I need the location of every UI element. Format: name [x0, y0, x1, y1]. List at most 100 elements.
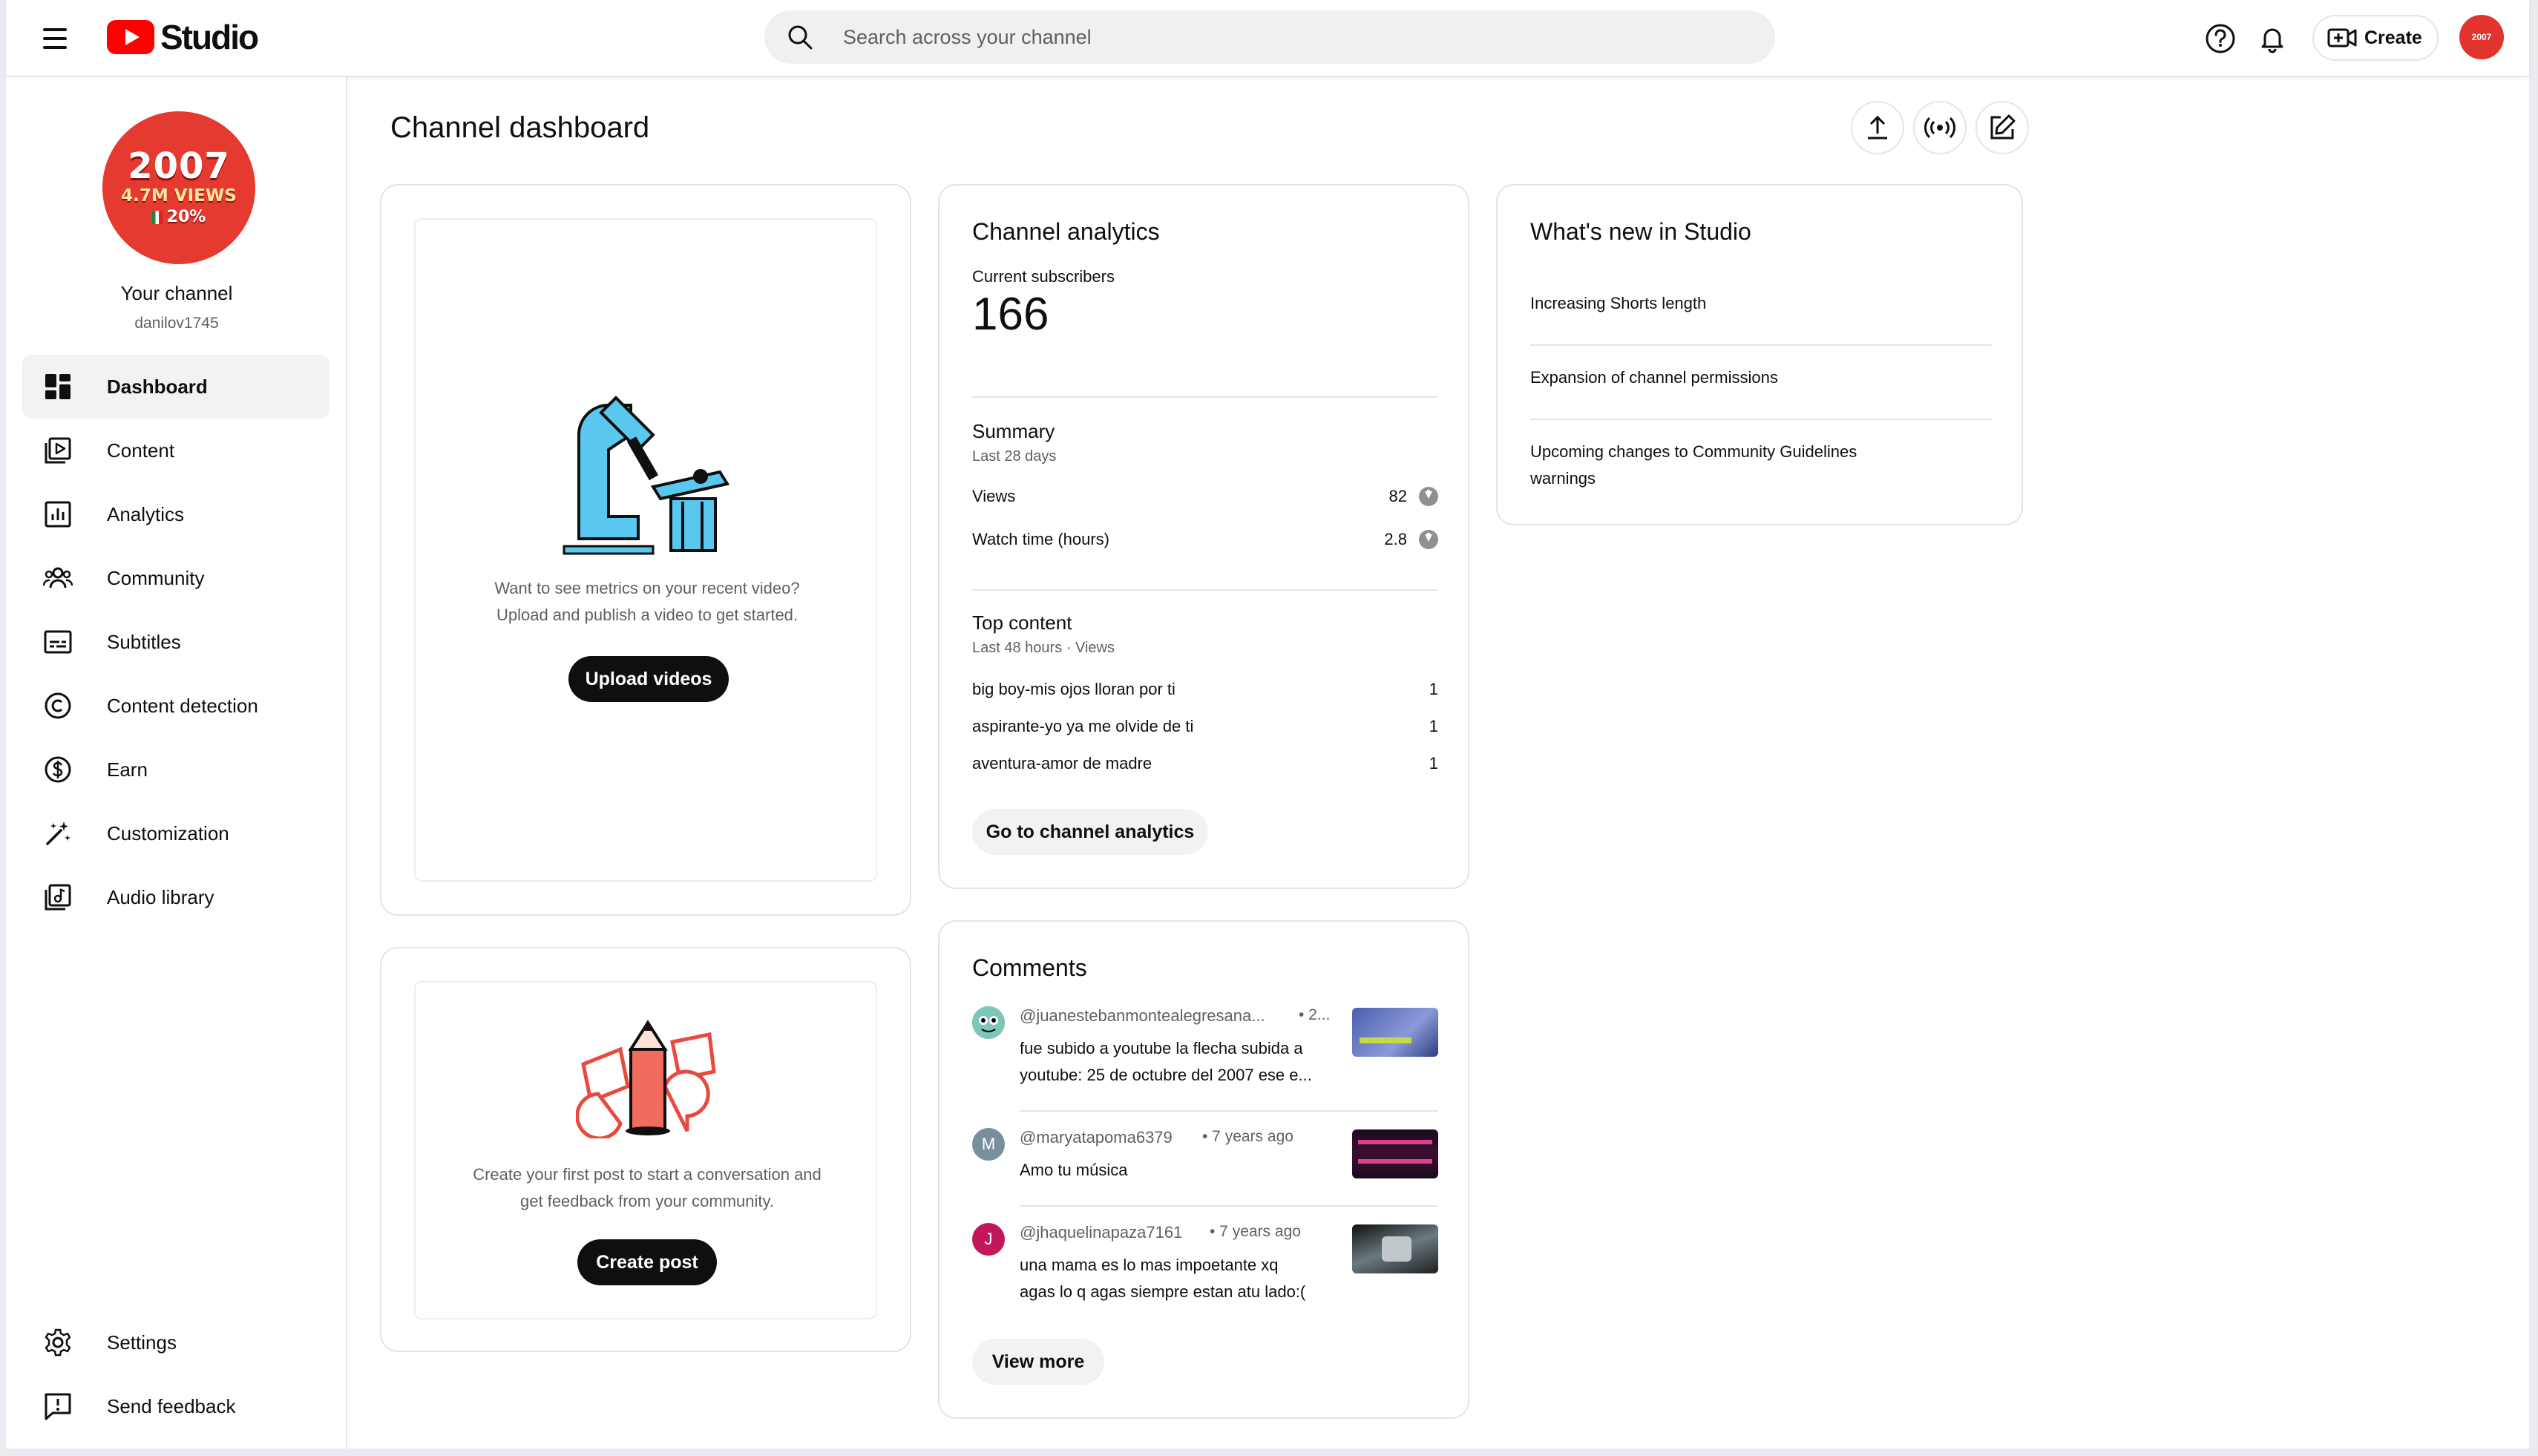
comment-avatar[interactable]	[972, 1006, 1005, 1039]
comment-text: una mama es lo mas impoetante xq	[1020, 1256, 1279, 1274]
upload-videos-button[interactable]: Upload videos	[568, 656, 729, 702]
sidebar-item-content[interactable]: Content	[22, 419, 329, 482]
video-thumbnail[interactable]	[1352, 1129, 1438, 1178]
cartoon-avatar-icon	[972, 1006, 1005, 1039]
comment-author[interactable]: @jhaquelinapaza7161	[1020, 1223, 1182, 1242]
create-post-edit-button[interactable]	[1975, 101, 2029, 154]
summary-title: Summary	[972, 420, 1055, 442]
sidebar-item-customization[interactable]: Customization	[22, 801, 329, 865]
whats-new-item[interactable]: Increasing Shorts length	[1530, 294, 1706, 313]
divider	[972, 589, 1438, 591]
comment-time: • 7 years ago	[1210, 1223, 1301, 1240]
sidebar-item-label: Community	[107, 566, 205, 589]
create-post-button[interactable]: Create post	[577, 1239, 717, 1285]
whats-new-item[interactable]: Expansion of channel permissions	[1530, 368, 1778, 387]
view-more-comments-button[interactable]: View more	[972, 1339, 1104, 1385]
video-thumbnail[interactable]	[1352, 1008, 1438, 1057]
comments-title: Comments	[972, 954, 1087, 981]
account-avatar-text: 2007	[2471, 31, 2492, 42]
top-content-item-views: 1	[1429, 754, 1438, 773]
comment-avatar-letter: M	[981, 1135, 996, 1153]
sidebar-item-dashboard[interactable]: Dashboard	[22, 355, 329, 419]
top-content-item-title[interactable]: aventura-amor de madre	[972, 754, 1152, 773]
go-live-button[interactable]	[1913, 101, 1967, 154]
comment-text: fue subido a youtube la flecha subida a	[1020, 1039, 1303, 1057]
sidebar-item-label: Content detection	[107, 694, 258, 717]
top-content-item-title[interactable]: aspirante-yo ya me olvide de ti	[972, 717, 1193, 736]
comment-avatar[interactable]: J	[972, 1223, 1005, 1256]
whats-new-title: What's new in Studio	[1530, 218, 1751, 245]
sidebar-item-label: Audio library	[107, 885, 214, 908]
video-thumbnail[interactable]	[1352, 1224, 1438, 1273]
upload-button[interactable]	[1851, 101, 1904, 154]
search-icon[interactable]	[787, 24, 813, 50]
gear-icon	[45, 1328, 71, 1357]
sidebar-item-label: Customization	[107, 822, 229, 845]
whats-new-item[interactable]: Upcoming changes to Community Guidelines	[1530, 442, 1857, 462]
sidebar-item-label: Settings	[107, 1331, 177, 1354]
post-card: Create your first post to start a conver…	[380, 947, 911, 1352]
search-bar[interactable]	[764, 10, 1775, 64]
top-content-item-views: 1	[1429, 680, 1438, 698]
sidebar-item-content-detection[interactable]: Content detection	[22, 674, 329, 738]
sidebar-item-label: Send feedback	[107, 1394, 236, 1417]
top-content-item-title[interactable]: big boy-mis ojos lloran por ti	[972, 680, 1175, 699]
summary-row-value: 2.8	[1384, 530, 1407, 548]
sidebar-item-analytics[interactable]: Analytics	[22, 482, 329, 546]
sidebar-item-earn[interactable]: Earn	[22, 738, 329, 801]
sidebar-item-subtitles[interactable]: Subtitles	[22, 610, 329, 674]
sidebar-item-label: Content	[107, 439, 175, 462]
menu-icon[interactable]	[37, 21, 73, 56]
comment-text: agas lo q agas siempre estan atu lado:(	[1020, 1282, 1306, 1301]
live-broadcast-icon	[1924, 117, 1955, 139]
post-card-text-1: Create your first post to start a conver…	[473, 1165, 822, 1184]
comment-avatar[interactable]: M	[972, 1128, 1005, 1161]
dollar-icon	[45, 756, 71, 783]
top-bar: Studio Search across your channel Create…	[6, 0, 2529, 77]
channel-avatar-views: 4.7M VIEWS	[121, 186, 237, 206]
edit-icon	[1990, 114, 2016, 140]
divider	[1020, 1205, 1438, 1207]
whats-new-item-cont[interactable]: warnings	[1530, 469, 1596, 488]
sidebar-bottom-nav: Settings Send feedback	[22, 1311, 329, 1438]
studio-logo[interactable]: Studio	[107, 16, 259, 58]
arrow-down-icon	[1419, 487, 1438, 506]
sidebar-nav: Dashboard Content Analytics Community Su…	[22, 355, 329, 929]
page-title: Channel dashboard	[390, 111, 650, 144]
channel-analytics-card: Channel analytics Current subscribers 16…	[938, 184, 1469, 889]
audio-library-icon	[45, 884, 71, 911]
help-icon[interactable]	[2201, 19, 2240, 58]
copyright-icon	[45, 692, 71, 719]
search-input[interactable]	[843, 10, 1734, 64]
community-icon	[43, 567, 73, 588]
create-button[interactable]: Create	[2312, 15, 2439, 61]
subtitles-icon	[44, 630, 72, 654]
divider	[1020, 1110, 1438, 1112]
pencil-post-illustration	[576, 1020, 716, 1138]
comments-card: Comments @juanestebanmontealegresana... …	[938, 920, 1469, 1419]
channel-handle: danilov1745	[134, 315, 219, 332]
go-to-channel-analytics-button[interactable]: Go to channel analytics	[972, 809, 1208, 855]
comment-time: • 7 years ago	[1202, 1128, 1293, 1145]
account-avatar[interactable]: 2007	[2459, 15, 2504, 59]
channel-avatar[interactable]: 2007 4.7M VIEWS 20%	[102, 111, 255, 264]
create-video-icon	[2327, 28, 2357, 47]
upload-icon	[1868, 115, 1887, 140]
divider	[1530, 419, 1992, 420]
divider	[1530, 344, 1992, 346]
comment-author[interactable]: @maryatapoma6379	[1020, 1128, 1173, 1147]
sidebar-item-community[interactable]: Community	[22, 546, 329, 610]
top-content-title: Top content	[972, 611, 1072, 634]
youtube-logo-icon	[107, 20, 154, 54]
create-label: Create	[2364, 27, 2422, 48]
comment-author[interactable]: @juanestebanmontealegresana...	[1020, 1006, 1265, 1026]
sidebar-item-settings[interactable]: Settings	[22, 1311, 329, 1374]
sidebar-item-audio-library[interactable]: Audio library	[22, 865, 329, 929]
channel-name[interactable]: Your channel	[6, 282, 347, 305]
top-content-item-views: 1	[1429, 717, 1438, 735]
notifications-bell-icon[interactable]	[2253, 19, 2292, 58]
subscribers-value: 166	[972, 289, 1049, 340]
whats-new-card: What's new in Studio Increasing Shorts l…	[1496, 184, 2023, 525]
sidebar-item-send-feedback[interactable]: Send feedback	[22, 1374, 329, 1438]
content-icon	[45, 437, 71, 464]
